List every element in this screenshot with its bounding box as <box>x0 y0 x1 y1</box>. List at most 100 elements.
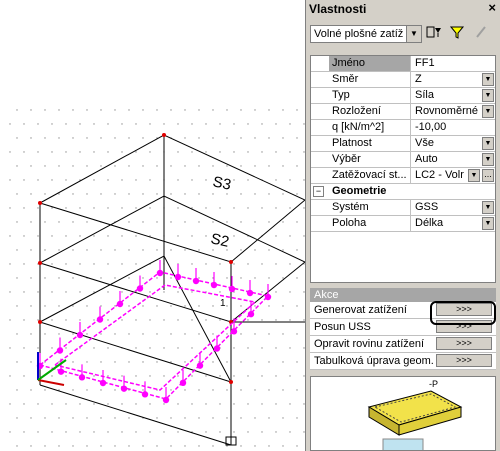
model-viewport[interactable]: S3 S2 1 <box>0 0 305 451</box>
property-label: Typ <box>329 88 411 103</box>
grid-dot <box>198 137 200 139</box>
grid-dot <box>114 389 116 391</box>
grid-dot <box>149 151 151 153</box>
grid-dot <box>156 277 158 279</box>
grid-dot <box>268 165 270 167</box>
property-value[interactable]: Z <box>412 72 482 87</box>
property-value[interactable]: LC2 - Volr <box>412 168 470 183</box>
property-row-type[interactable]: Typ Síla ▼ <box>311 88 495 104</box>
property-value[interactable]: -10,00 <box>412 120 482 135</box>
grid-dot <box>79 123 81 125</box>
grid-dot <box>100 137 102 139</box>
grid-dot <box>30 333 32 335</box>
chevron-down-icon[interactable]: ▼ <box>482 105 494 118</box>
grid-dot <box>254 109 256 111</box>
grid-dot <box>212 305 214 307</box>
chevron-down-icon[interactable]: ▼ <box>482 89 494 102</box>
grid-dot <box>247 347 249 349</box>
grid-dot <box>240 109 242 111</box>
grid-dot <box>149 319 151 321</box>
grid-dot <box>254 249 256 251</box>
object-type-select[interactable]: Volné plošné zatíž ▼ <box>310 25 422 43</box>
action-row-table-edit[interactable]: Tabulková úprava geom... >>> <box>310 353 496 370</box>
select-filter-icon[interactable] <box>424 25 444 43</box>
pencil-icon[interactable] <box>471 25 491 43</box>
property-row-load-case[interactable]: Zatěžovací st... LC2 - Volr ▼ ... <box>311 168 495 184</box>
action-button[interactable]: >>> <box>436 354 492 367</box>
grid-dot <box>100 361 102 363</box>
property-value[interactable]: GSS <box>412 200 482 215</box>
action-label: Tabulková úprava geom... <box>314 355 434 367</box>
grid-dot <box>86 193 88 195</box>
property-value[interactable]: Délka <box>412 216 482 231</box>
chevron-down-icon[interactable]: ▼ <box>406 26 421 42</box>
grid-dot <box>282 193 284 195</box>
grid-dot <box>9 347 11 349</box>
grid-dot <box>30 389 32 391</box>
grid-dot <box>135 347 137 349</box>
ellipsis-button[interactable]: ... <box>482 169 494 182</box>
close-icon[interactable]: × <box>488 0 496 15</box>
grid-dot <box>240 389 242 391</box>
geometry-group-header[interactable]: − Geometrie <box>311 184 495 200</box>
chevron-down-icon[interactable]: ▼ <box>482 73 494 86</box>
grid-dot <box>93 403 95 405</box>
load-arrow-head <box>210 281 218 289</box>
property-row-position[interactable]: Poloha Délka ▼ <box>311 216 495 232</box>
grid-dot <box>114 333 116 335</box>
grid-dot <box>219 375 221 377</box>
grid-dot <box>23 403 25 405</box>
grid-dot <box>114 109 116 111</box>
property-row-name[interactable]: Jméno FF1 <box>311 56 495 72</box>
funnel-filter-icon[interactable] <box>448 25 468 43</box>
grid-dot <box>156 333 158 335</box>
chevron-down-icon[interactable]: ▼ <box>482 137 494 150</box>
property-row-q[interactable]: q [kN/m^2] -10,00 <box>311 120 495 136</box>
action-row-fix-plane[interactable]: Opravit rovinu zatížení >>> <box>310 336 496 353</box>
chevron-down-icon[interactable]: ▼ <box>482 153 494 166</box>
chevron-down-icon[interactable]: ▼ <box>482 201 494 214</box>
property-value[interactable]: Síla <box>412 88 482 103</box>
grid-dot <box>100 277 102 279</box>
grid-dot <box>191 403 193 405</box>
grid-dot <box>142 305 144 307</box>
grid-dot <box>275 347 277 349</box>
grid-dot <box>261 207 263 209</box>
grid-dot <box>296 361 298 363</box>
chevron-down-icon[interactable]: ▼ <box>482 217 494 230</box>
grid-dot <box>142 277 144 279</box>
grid-dot <box>107 375 109 377</box>
grid-dot <box>44 193 46 195</box>
property-value[interactable]: Vše <box>412 136 482 151</box>
grid-dot <box>240 193 242 195</box>
collapse-icon[interactable]: − <box>313 186 324 197</box>
action-button[interactable]: >>> <box>436 337 492 350</box>
grid-dot <box>240 445 242 447</box>
grid-dot <box>268 445 270 447</box>
property-row-selection[interactable]: Výběr Auto ▼ <box>311 152 495 168</box>
grid-dot <box>184 249 186 251</box>
property-value[interactable]: Auto <box>412 152 482 167</box>
grid-dot <box>282 277 284 279</box>
chevron-down-icon[interactable]: ▼ <box>468 169 480 182</box>
property-value[interactable]: Rovnoměrné <box>412 104 482 119</box>
property-row-system[interactable]: Systém GSS ▼ <box>311 200 495 216</box>
property-row-direction[interactable]: Směr Z ▼ <box>311 72 495 88</box>
grid-dot <box>205 123 207 125</box>
grid-dot <box>184 193 186 195</box>
grid-dot <box>86 445 88 447</box>
grid-dot <box>93 319 95 321</box>
load-arrow-head <box>230 328 238 335</box>
grid-dot <box>65 375 67 377</box>
load-arrow-head <box>196 362 204 369</box>
property-row-distribution[interactable]: Rozložení Rovnoměrné ▼ <box>311 104 495 120</box>
grid-dot <box>254 221 256 223</box>
grid-dot <box>51 263 53 265</box>
grid-dot <box>198 165 200 167</box>
property-label: Systém <box>329 200 411 215</box>
grid-dot <box>100 445 102 447</box>
grid-dot <box>289 207 291 209</box>
property-row-validity[interactable]: Platnost Vše ▼ <box>311 136 495 152</box>
grid-dot <box>51 431 53 433</box>
property-value[interactable]: FF1 <box>412 56 482 71</box>
